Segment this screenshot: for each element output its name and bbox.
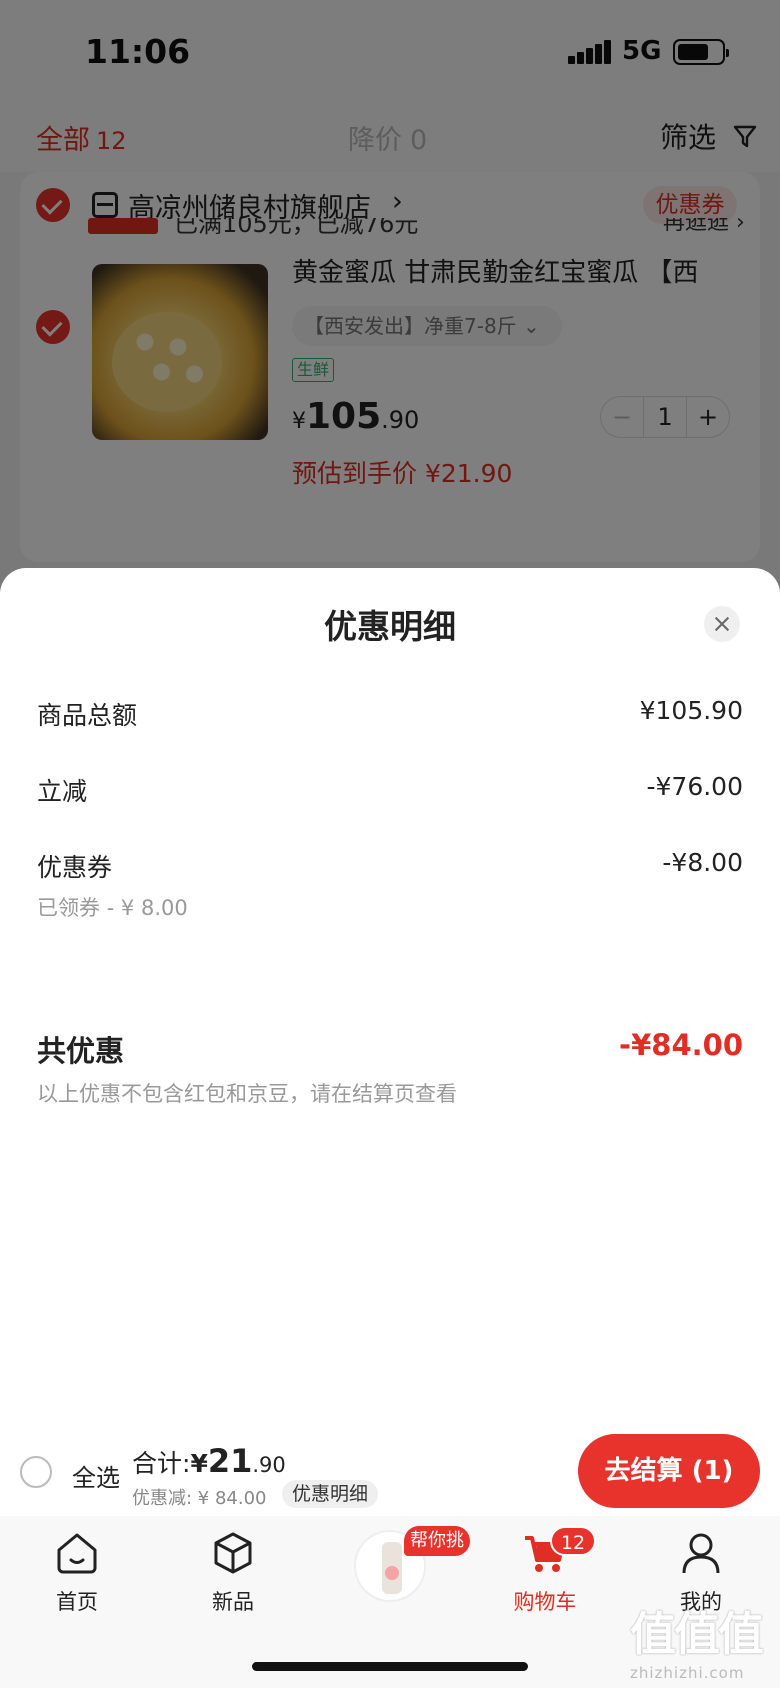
row-subtotal-label: 商品总额 — [37, 701, 138, 730]
row-coupon-sub: 已领券 - ¥ 8.00 — [37, 896, 188, 920]
discount-amount: 优惠减: ¥ 84.00 — [132, 1488, 267, 1509]
discount-detail-button[interactable]: 优惠明细 — [282, 1480, 379, 1508]
bottle-icon — [382, 1542, 402, 1594]
row-instant-discount-value: -¥76.00 — [646, 772, 744, 801]
watermark-logo: 值值值 — [630, 1607, 764, 1661]
select-all-label[interactable]: 全选 — [72, 1458, 120, 1493]
tab-home-label: 首页 — [56, 1590, 98, 1614]
tab-home[interactable]: 首页 — [22, 1530, 132, 1614]
sum-integer: 21 — [207, 1442, 253, 1480]
sheet-title: 优惠明细 — [324, 607, 456, 646]
discount-detail-sheet: 优惠明细 商品总额 ¥105.90 立减 -¥76.00 优惠券 -¥8.00 … — [0, 568, 780, 1428]
row-coupon-label: 优惠券 — [37, 853, 113, 882]
row-subtotal-value: ¥105.90 — [639, 696, 743, 725]
home-icon — [57, 1533, 97, 1574]
checkout-button[interactable]: 去结算 (1) — [578, 1434, 760, 1508]
cube-icon — [214, 1532, 252, 1574]
total-discount-value: -¥84.00 — [619, 1028, 743, 1062]
tab-new[interactable]: 新品 — [178, 1530, 288, 1614]
total-discount-label: 共优惠 — [37, 1034, 125, 1068]
row-coupon-value: -¥8.00 — [662, 848, 743, 877]
tab-cart-label: 购物车 — [513, 1590, 577, 1614]
close-icon[interactable] — [704, 606, 740, 642]
watermark-domain: zhizhizhi.com — [630, 1664, 745, 1682]
settlement-bar: 全选 合计:¥21.90 优惠减: ¥ 84.00 优惠明细 去结算 (1) — [0, 1422, 780, 1516]
pick-for-you-badge[interactable]: 帮你挑 — [404, 1526, 470, 1556]
sum-total: 合计:¥21.90 — [132, 1442, 286, 1480]
row-instant-discount-label: 立减 — [37, 777, 88, 806]
sum-decimal: .90 — [252, 1453, 286, 1477]
person-icon — [682, 1533, 720, 1574]
sum-currency: ¥ — [190, 1449, 208, 1478]
total-discount-note: 以上优惠不包含红包和京豆，请在结算页查看 — [37, 1082, 457, 1106]
home-indicator — [252, 1662, 528, 1671]
cart-count-badge: 12 — [550, 1526, 596, 1556]
tab-new-label: 新品 — [212, 1590, 254, 1614]
watermark: 值值值 zhizhizhi.com — [630, 1598, 780, 1688]
sum-label: 合计: — [132, 1449, 191, 1478]
select-all-checkbox[interactable] — [20, 1456, 52, 1488]
